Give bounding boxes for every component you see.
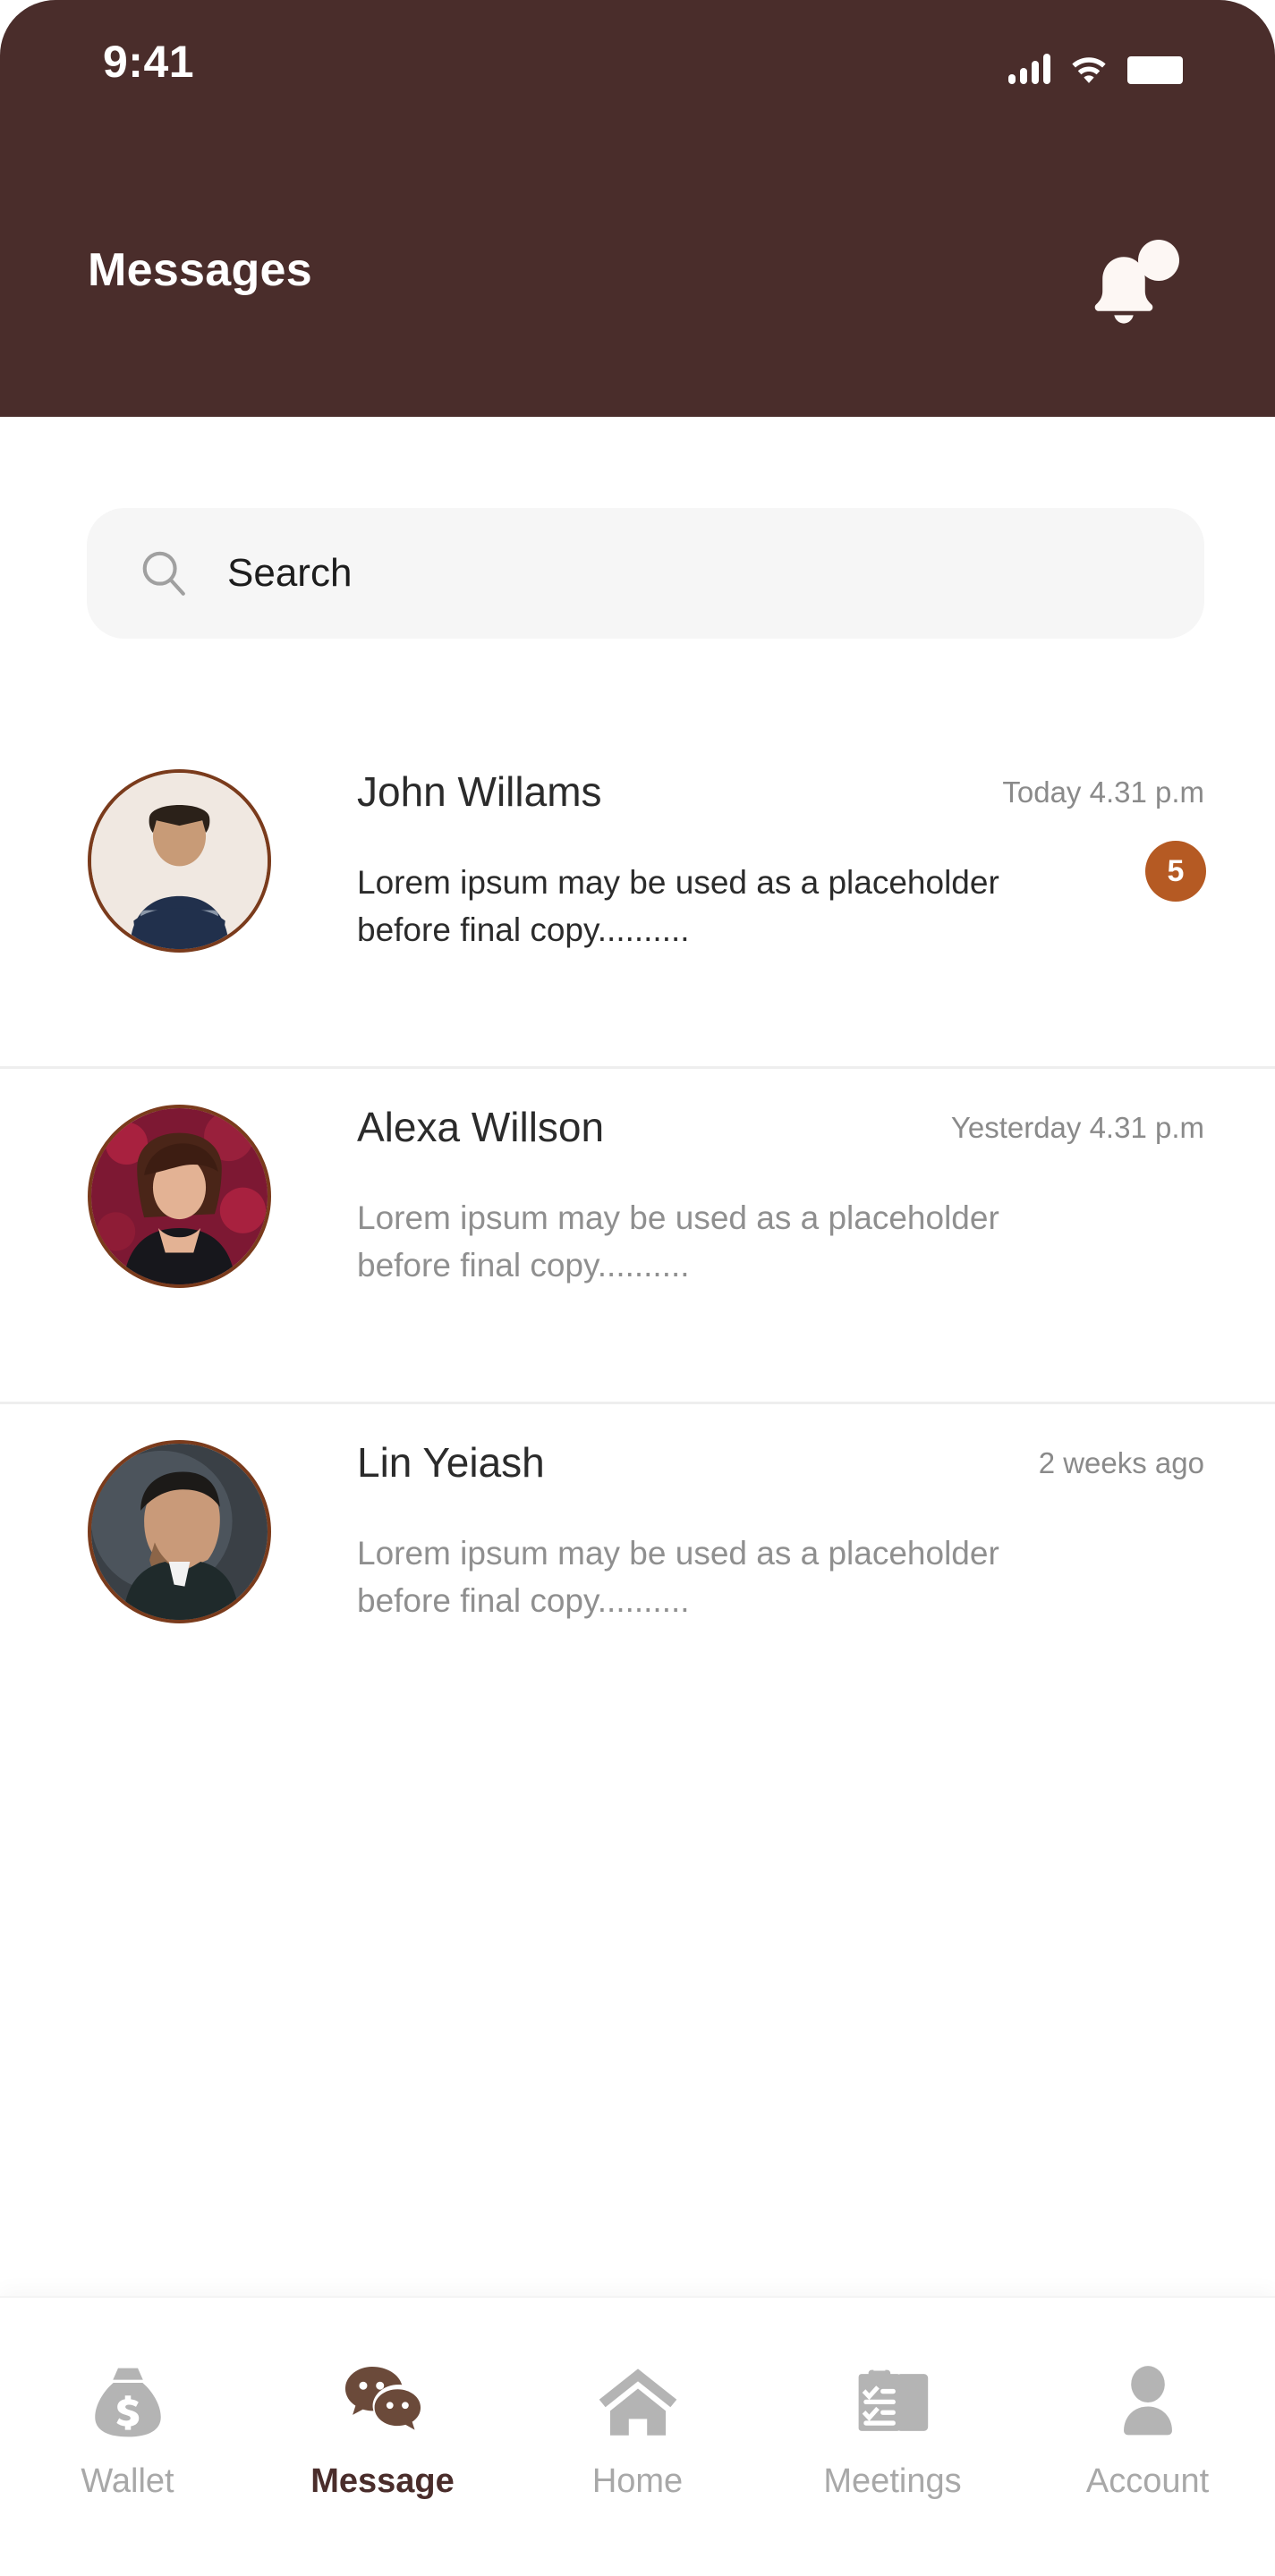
status-bar-time: 9:41 (103, 37, 195, 87)
header-title-row: Messages (0, 240, 1275, 342)
notification-bell-button[interactable] (1083, 240, 1181, 333)
phone-screen: 9:41 Messages Search John Willams Today … (0, 0, 1275, 2576)
message-preview-text: Lorem ipsum may be used as a placeholder… (357, 1199, 999, 1284)
bottom-navigation-bar: Wallet Message Home Meetings Account (0, 2296, 1275, 2576)
nav-label: Account (1085, 2462, 1210, 2500)
message-content: Lin Yeiash 2 weeks ago Lorem ipsum may b… (357, 1438, 1275, 1619)
avatar (88, 769, 271, 953)
message-sender-name: Lin Yeiash (357, 1439, 545, 1486)
nav-item-wallet[interactable]: Wallet (0, 2359, 255, 2501)
battery-full-icon (1127, 56, 1183, 84)
message-list-item[interactable]: Alexa Willson Yesterday 4.31 p.m Lorem i… (0, 1069, 1275, 1404)
house-icon (599, 2368, 676, 2436)
app-header: 9:41 Messages (0, 0, 1275, 417)
nav-item-home[interactable]: Home (510, 2359, 765, 2501)
message-content: Alexa Willson Yesterday 4.31 p.m Lorem i… (357, 1103, 1275, 1284)
avatar (88, 1105, 271, 1288)
notification-dot-icon (1138, 240, 1179, 281)
nav-label: Wallet (81, 2462, 174, 2500)
nav-label: Meetings (823, 2462, 962, 2500)
page-title: Messages (88, 244, 312, 296)
message-header-row: John Willams Today 4.31 p.m (357, 767, 1275, 830)
signal-bars-icon (1008, 54, 1050, 84)
nav-item-meetings[interactable]: Meetings (765, 2359, 1020, 2501)
person-icon (1123, 2366, 1172, 2436)
wifi-icon (1070, 55, 1108, 84)
money-bag-icon (94, 2368, 161, 2437)
message-header-row: Lin Yeiash 2 weeks ago (357, 1438, 1275, 1501)
search-bar[interactable] (87, 508, 1204, 639)
status-bar-icons (1008, 43, 1183, 84)
message-content: John Willams Today 4.31 p.m Lorem ipsum … (357, 767, 1275, 948)
nav-item-message[interactable]: Message (255, 2359, 510, 2501)
message-preview-text: Lorem ipsum may be used as a placeholder… (357, 864, 999, 948)
nav-label: Message (310, 2462, 455, 2500)
message-timestamp: Yesterday 4.31 p.m (950, 1111, 1204, 1144)
search-icon (142, 551, 185, 596)
chat-bubbles-icon (344, 2366, 421, 2430)
nav-item-account[interactable]: Account (1020, 2359, 1275, 2501)
search-input[interactable] (227, 551, 1160, 596)
message-preview-text: Lorem ipsum may be used as a placeholder… (357, 1535, 999, 1619)
status-bar: 9:41 (0, 0, 1275, 125)
message-sender-name: Alexa Willson (357, 1104, 605, 1150)
clipboard-checklist-icon (858, 2366, 928, 2431)
unread-count-badge: 5 (1145, 841, 1206, 902)
message-list-item[interactable]: John Willams Today 4.31 p.m Lorem ipsum … (0, 733, 1275, 1069)
message-header-row: Alexa Willson Yesterday 4.31 p.m (357, 1103, 1275, 1165)
avatar (88, 1440, 271, 1623)
message-timestamp: Today 4.31 p.m (1002, 775, 1204, 809)
message-list-item[interactable]: Lin Yeiash 2 weeks ago Lorem ipsum may b… (0, 1404, 1275, 1740)
message-list: John Willams Today 4.31 p.m Lorem ipsum … (0, 733, 1275, 1740)
message-timestamp: 2 weeks ago (1038, 1446, 1204, 1479)
nav-label: Home (591, 2462, 684, 2500)
message-sender-name: John Willams (357, 768, 602, 815)
